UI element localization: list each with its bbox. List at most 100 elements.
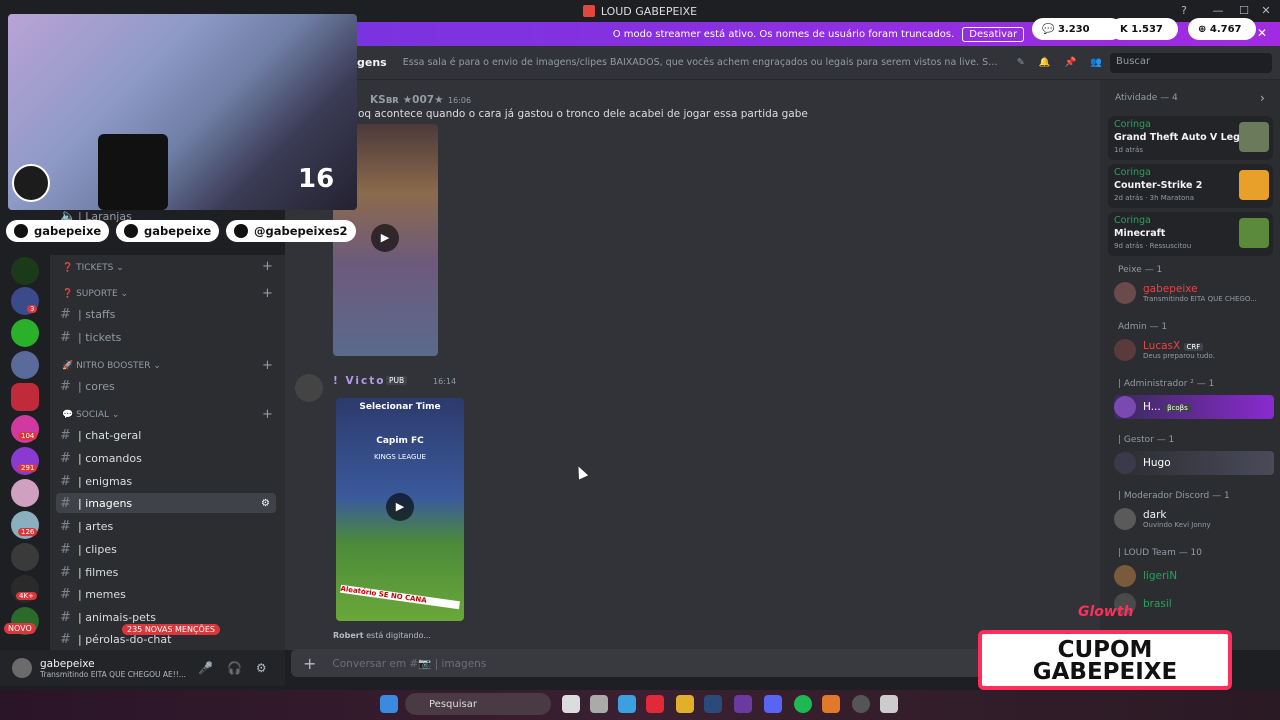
channel-animais-pets[interactable]: # | animais-pets — [60, 610, 156, 625]
add-channel-icon[interactable]: + — [262, 407, 273, 422]
stat-pill-chat: 💬 3.230 — [1032, 18, 1122, 40]
server-icon[interactable] — [11, 383, 39, 411]
pin-icon[interactable]: 📌 — [1065, 57, 1077, 68]
typing-indicator: Robert está digitando... — [333, 631, 431, 640]
close-overlay-icon[interactable]: ✕ — [1257, 26, 1267, 40]
user-panel: gabepeixe Transmitindo EITA QUE CHEGOU AE… — [0, 650, 285, 686]
category-social[interactable]: 💬 SOCIAL ⌄ — [62, 410, 119, 420]
app-icon[interactable] — [822, 695, 840, 713]
gta-logo-icon — [1239, 122, 1269, 152]
member-item[interactable]: ligeriN — [1114, 565, 1177, 587]
settings-gear-icon[interactable]: ⚙ — [256, 661, 267, 675]
server-icon[interactable] — [11, 257, 39, 285]
avatar — [1114, 508, 1136, 530]
activity-card[interactable]: Coringa Minecraft 9d atrás · Ressuscitou — [1108, 212, 1273, 256]
threads-icon[interactable]: ✎ — [1017, 57, 1025, 68]
app-icon[interactable] — [880, 695, 898, 713]
gear-icon[interactable]: ⚙ — [261, 498, 270, 509]
new-badge[interactable]: NOVO — [4, 623, 36, 634]
member-item[interactable]: gabepeixe Transmitindo EITA QUE CHEGO... — [1114, 282, 1257, 304]
message-time: 16:06 — [448, 96, 472, 105]
channel-comandos[interactable]: # | comandos — [60, 451, 142, 466]
webcam-overlay: 16 — [8, 14, 357, 210]
activity-card[interactable]: Coringa Grand Theft Auto V Legacy 1d atr… — [1108, 116, 1273, 160]
server-icon[interactable] — [11, 351, 39, 379]
add-channel-icon[interactable]: + — [262, 286, 273, 301]
category-tickets[interactable]: ❓ TICKETS ⌄ — [62, 263, 124, 273]
members-icon[interactable]: 👥 — [1090, 57, 1102, 68]
channel-name: gens — [357, 56, 387, 69]
windows-start-icon[interactable] — [380, 695, 398, 713]
social-tiktok: @gabepeixes2 — [226, 220, 356, 242]
channel-staffs[interactable]: # | staffs — [60, 307, 115, 322]
server-icon[interactable] — [11, 543, 39, 571]
channel-filmes[interactable]: # | filmes — [60, 565, 118, 580]
opera-icon[interactable] — [646, 695, 664, 713]
message-author[interactable]: KSʙʀ ★007★ — [370, 94, 444, 106]
disable-streamer-mode-button[interactable]: Desativar — [962, 26, 1025, 42]
role-header: Admin — 1 — [1118, 322, 1168, 332]
video-attachment[interactable]: Selecionar Time Capim FC KINGS LEAGUE ▶ … — [336, 398, 464, 621]
steam-icon[interactable] — [704, 695, 722, 713]
obs-icon[interactable] — [852, 695, 870, 713]
channel-tickets[interactable]: # | tickets — [60, 330, 121, 345]
taskbar — [0, 690, 1280, 720]
role-header: | LOUD Team — 10 — [1118, 548, 1203, 558]
app-icon[interactable] — [734, 695, 752, 713]
media-team: Capim FC — [376, 436, 424, 446]
avatar[interactable] — [295, 374, 323, 402]
app-icon[interactable] — [618, 695, 636, 713]
channel-clipes[interactable]: # | clipes — [60, 542, 117, 557]
channel-topic: Essa sala é para o envio de imagens/clip… — [402, 57, 1003, 68]
activity-header: Atividade — 4 — [1115, 93, 1178, 103]
folder-icon[interactable] — [676, 695, 694, 713]
member-item[interactable]: dark Ouvindo Kevi Jonny — [1114, 508, 1211, 530]
discord-icon[interactable] — [764, 695, 782, 713]
play-icon[interactable]: ▶ — [386, 493, 414, 521]
add-channel-icon[interactable]: + — [262, 358, 273, 373]
member-tag: CRF — [1183, 343, 1204, 351]
cam-number: 16 — [298, 164, 335, 194]
spotify-icon[interactable] — [794, 695, 812, 713]
bell-icon[interactable]: 🔔 — [1039, 57, 1051, 68]
composer-placeholder[interactable]: Conversar em #📷 | imagens — [332, 657, 486, 670]
headphones-icon[interactable]: 🎧 — [227, 661, 242, 675]
twitch-icon — [14, 224, 28, 238]
task-view-icon[interactable] — [562, 695, 580, 713]
category-suporte[interactable]: ❓ SUPORTE ⌄ — [62, 289, 128, 299]
server-icon[interactable] — [11, 319, 39, 347]
member-item[interactable]: Hugo — [1114, 451, 1274, 475]
stat-pill-kick: K 1.537 — [1110, 18, 1178, 40]
taskbar-search[interactable]: Pesquisar — [405, 693, 551, 715]
minecraft-logo-icon — [1239, 218, 1269, 248]
help-icon[interactable]: ? — [1174, 2, 1194, 20]
search-input[interactable]: Buscar — [1110, 53, 1272, 73]
activity-card[interactable]: Coringa Counter-Strike 2 2d atrás · 3h M… — [1108, 164, 1273, 208]
add-channel-icon[interactable]: + — [262, 259, 273, 274]
close-button[interactable]: ✕ — [1256, 2, 1276, 20]
category-nitro[interactable]: 🚀 NITRO BOOSTER ⌄ — [62, 361, 161, 371]
app-icon[interactable] — [590, 695, 608, 713]
channel-imagens[interactable]: # | imagens ⚙ — [56, 493, 276, 513]
media-bottom: Aleatório SE NO CANA — [340, 584, 460, 610]
channel-chat-geral[interactable]: # | chat-geral — [60, 428, 141, 443]
channel-cores[interactable]: # | cores — [60, 379, 115, 394]
channel-memes[interactable]: # | memes — [60, 587, 126, 602]
member-item[interactable]: LucasX CRF Deus preparou tudo. — [1114, 339, 1215, 361]
channel-enigmas[interactable]: # | enigmas — [60, 474, 132, 489]
avatar — [1114, 452, 1136, 474]
mic-muted-icon[interactable]: 🎤 — [198, 661, 213, 675]
avatar[interactable] — [12, 658, 32, 678]
chevron-right-icon[interactable]: › — [1260, 91, 1265, 105]
server-icon[interactable] — [11, 479, 39, 507]
avatar — [1114, 282, 1136, 304]
message-composer[interactable]: + Conversar em #📷 | imagens — [291, 649, 1091, 677]
app-logo-icon — [582, 5, 595, 17]
channel-artes[interactable]: # | artes — [60, 519, 113, 534]
message-author[interactable]: ! Victor — [333, 375, 393, 387]
new-mentions-badge[interactable]: 235 NOVAS MENÇÕES — [122, 624, 220, 635]
play-icon[interactable]: ▶ — [371, 224, 399, 252]
add-attachment-icon[interactable]: + — [303, 654, 316, 673]
member-item[interactable]: H... βcoβs — [1114, 395, 1274, 419]
role-header: Peixe — 1 — [1118, 265, 1163, 275]
